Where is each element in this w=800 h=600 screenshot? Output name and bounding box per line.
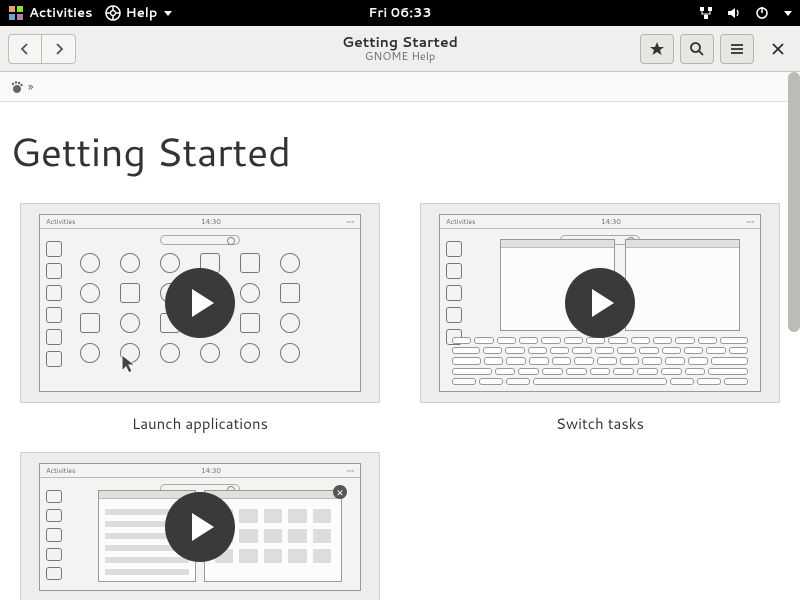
star-icon	[649, 41, 665, 57]
tile-launch-applications[interactable]: Activities14:30◦◦◦ Launch applicatio	[20, 203, 380, 434]
volume-icon[interactable]	[726, 5, 742, 21]
tile-item[interactable]: Activities14:30◦◦◦ ✕	[20, 452, 380, 600]
window-headerbar: Getting Started GNOME Help	[0, 26, 800, 72]
tile-thumbnail: Activities14:30◦◦◦	[420, 203, 780, 403]
gnome-topbar: Activities Help Fri 06:33	[0, 0, 800, 26]
network-icon[interactable]	[698, 5, 714, 21]
search-icon	[689, 41, 705, 57]
search-button[interactable]	[680, 34, 714, 64]
gnome-foot-icon[interactable]	[10, 80, 24, 94]
play-icon	[165, 268, 235, 338]
page-title: Getting Started	[10, 122, 790, 179]
tile-thumbnail: Activities14:30◦◦◦	[20, 203, 380, 403]
back-button[interactable]	[8, 34, 42, 64]
close-icon: ✕	[333, 485, 347, 499]
cursor-icon	[120, 353, 140, 377]
close-icon	[771, 42, 785, 56]
app-menu[interactable]: Help	[105, 4, 173, 22]
menu-button[interactable]	[720, 34, 754, 64]
tile-thumbnail: Activities14:30◦◦◦ ✕	[20, 452, 380, 600]
tile-label: Switch tasks	[420, 413, 780, 434]
forward-button[interactable]	[42, 34, 76, 64]
activities-label: Activities	[29, 4, 93, 22]
tile-label: Launch applications	[20, 413, 380, 434]
chevron-down-icon	[784, 11, 792, 16]
activities-button[interactable]: Activities	[8, 4, 93, 22]
play-icon	[565, 268, 635, 338]
hamburger-icon	[729, 41, 745, 57]
breadcrumb: »	[0, 72, 800, 102]
content-area: » Getting Started Activities14:30◦◦◦	[0, 72, 800, 600]
activities-icon	[8, 5, 24, 21]
clock-label: Fri 06:33	[368, 4, 431, 22]
power-icon[interactable]	[754, 5, 770, 21]
chevron-left-icon	[18, 42, 32, 56]
scrollbar[interactable]	[788, 72, 800, 332]
app-menu-label: Help	[126, 4, 158, 22]
play-icon	[165, 492, 235, 562]
close-button[interactable]	[764, 35, 792, 63]
breadcrumb-sep: »	[28, 78, 33, 95]
chevron-right-icon	[52, 42, 66, 56]
tile-switch-tasks[interactable]: Activities14:30◦◦◦	[420, 203, 780, 434]
bookmark-button[interactable]	[640, 34, 674, 64]
clock[interactable]: Fri 06:33	[368, 4, 431, 22]
chevron-down-icon	[164, 11, 172, 16]
window-title: Getting Started GNOME Help	[342, 34, 458, 63]
help-icon	[105, 5, 121, 21]
